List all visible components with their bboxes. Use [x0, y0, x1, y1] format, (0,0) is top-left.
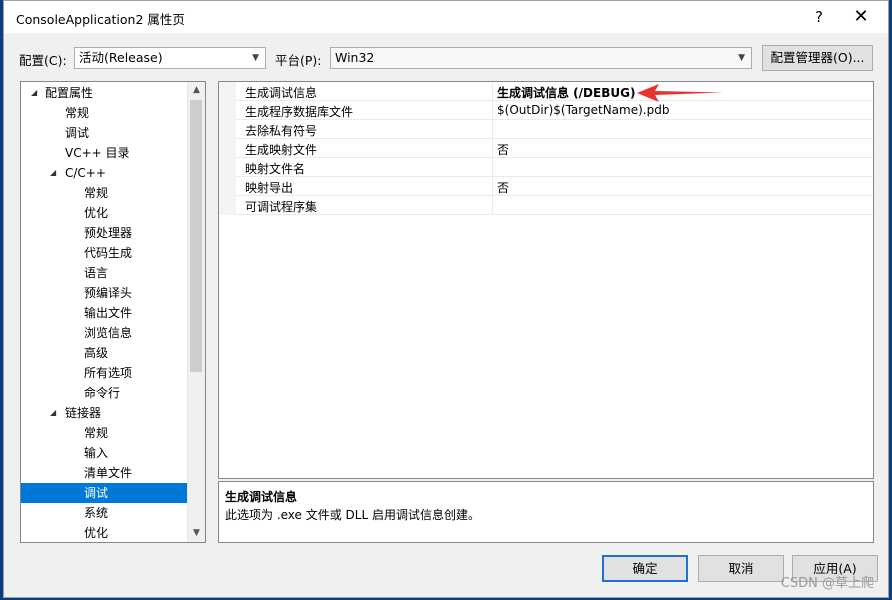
expanded-triangle-icon[interactable]: ◢	[31, 83, 37, 103]
property-name: 映射文件名	[245, 162, 306, 176]
tree-item-linker-system[interactable]: 系统	[21, 503, 187, 523]
property-row-generate-debug-info[interactable]: 生成调试信息 生成调试信息 (/DEBUG)	[219, 82, 873, 101]
property-name: 映射导出	[245, 181, 294, 195]
tree-item-linker[interactable]: ◢ 链接器	[21, 403, 187, 423]
title-bar: ConsoleApplication2 属性页 ? ✕	[4, 1, 888, 33]
tree-scrollbar[interactable]: ▲ ▼	[187, 82, 205, 542]
tree-item-output-files[interactable]: 输出文件	[21, 303, 187, 323]
scroll-up-icon[interactable]: ▲	[188, 82, 205, 99]
description-panel: 生成调试信息 此选项为 .exe 文件或 DLL 启用调试信息创建。	[218, 481, 874, 543]
window-title: ConsoleApplication2 属性页	[16, 12, 185, 27]
tree-item-config-properties[interactable]: ◢ 配置属性	[21, 83, 187, 103]
property-grid: 生成调试信息 生成调试信息 (/DEBUG) 生成程序数据库文件 $(OutDi…	[218, 81, 874, 479]
description-title: 生成调试信息	[225, 490, 298, 504]
description-text: 此选项为 .exe 文件或 DLL 启用调试信息创建。	[225, 508, 480, 522]
tree-item-general[interactable]: 常规	[21, 103, 187, 123]
ok-button[interactable]: 确定	[602, 555, 688, 582]
chevron-down-icon: ▼	[738, 53, 745, 63]
property-row-generate-map-file[interactable]: 生成映射文件 否	[219, 139, 873, 158]
platform-label: 平台(P):	[275, 53, 322, 68]
tree-item-command-line[interactable]: 命令行	[21, 383, 187, 403]
config-dropdown[interactable]: 活动(Release) ▼	[74, 47, 266, 69]
property-row-map-exports[interactable]: 映射导出 否	[219, 177, 873, 196]
property-value[interactable]: $(OutDir)$(TargetName).pdb	[497, 103, 669, 117]
property-value[interactable]: 否	[497, 179, 509, 196]
platform-value: Win32	[335, 50, 375, 65]
config-label: 配置(C):	[19, 53, 67, 68]
close-button[interactable]: ✕	[846, 5, 876, 29]
expanded-triangle-icon[interactable]: ◢	[50, 163, 56, 183]
platform-dropdown[interactable]: Win32 ▼	[330, 47, 752, 69]
tree-item-cpp-optimization[interactable]: 优化	[21, 203, 187, 223]
property-row-strip-private-symbols[interactable]: 去除私有符号	[219, 120, 873, 139]
tree-item-linker-general[interactable]: 常规	[21, 423, 187, 443]
tree-item-browse-information[interactable]: 浏览信息	[21, 323, 187, 343]
tree-item-c-cpp[interactable]: ◢ C/C++	[21, 163, 187, 183]
help-button[interactable]: ?	[804, 5, 834, 29]
tree-item-language[interactable]: 语言	[21, 263, 187, 283]
tree-item-linker-optimization[interactable]: 优化	[21, 523, 187, 542]
scrollbar-thumb[interactable]	[190, 100, 202, 372]
property-row-pdb-file[interactable]: 生成程序数据库文件 $(OutDir)$(TargetName).pdb	[219, 101, 873, 120]
tree-item-vc-directories[interactable]: VC++ 目录	[21, 143, 187, 163]
configuration-manager-button[interactable]: 配置管理器(O)...	[762, 45, 873, 71]
property-name: 生成程序数据库文件	[245, 105, 354, 119]
property-pages-dialog: ConsoleApplication2 属性页 ? ✕ 配置(C): 活动(Re…	[3, 0, 889, 598]
chevron-down-icon: ▼	[252, 53, 259, 63]
tree-item-precompiled-headers[interactable]: 预编译头	[21, 283, 187, 303]
cancel-button[interactable]: 取消	[698, 555, 784, 582]
watermark-text: CSDN @草上爬	[780, 576, 874, 591]
tree-item-cpp-general[interactable]: 常规	[21, 183, 187, 203]
config-value: 活动(Release)	[79, 50, 163, 65]
category-tree[interactable]: ◢ 配置属性 常规 调试 VC++ 目录 ◢ C/C++ 常规 优化 预处理器 …	[20, 81, 206, 543]
property-row-map-file-name[interactable]: 映射文件名	[219, 158, 873, 177]
property-name: 可调试程序集	[245, 200, 318, 214]
scroll-down-icon[interactable]: ▼	[188, 525, 205, 542]
tree-item-linker-debugging[interactable]: 调试	[21, 483, 187, 503]
tree-item-manifest-file[interactable]: 清单文件	[21, 463, 187, 483]
property-value[interactable]: 生成调试信息 (/DEBUG)	[497, 84, 635, 101]
tree-item-code-generation[interactable]: 代码生成	[21, 243, 187, 263]
expanded-triangle-icon[interactable]: ◢	[50, 403, 56, 423]
red-arrow-annotation	[637, 84, 723, 102]
tree-item-advanced[interactable]: 高级	[21, 343, 187, 363]
tree-item-debugging[interactable]: 调试	[21, 123, 187, 143]
property-name: 去除私有符号	[245, 124, 318, 138]
tree-item-linker-input[interactable]: 输入	[21, 443, 187, 463]
property-value[interactable]: 否	[497, 141, 509, 158]
property-row-debuggable-assembly[interactable]: 可调试程序集	[219, 196, 873, 215]
tree-item-all-options[interactable]: 所有选项	[21, 363, 187, 383]
property-name: 生成调试信息	[245, 86, 318, 100]
property-name: 生成映射文件	[245, 143, 318, 157]
tree-item-preprocessor[interactable]: 预处理器	[21, 223, 187, 243]
